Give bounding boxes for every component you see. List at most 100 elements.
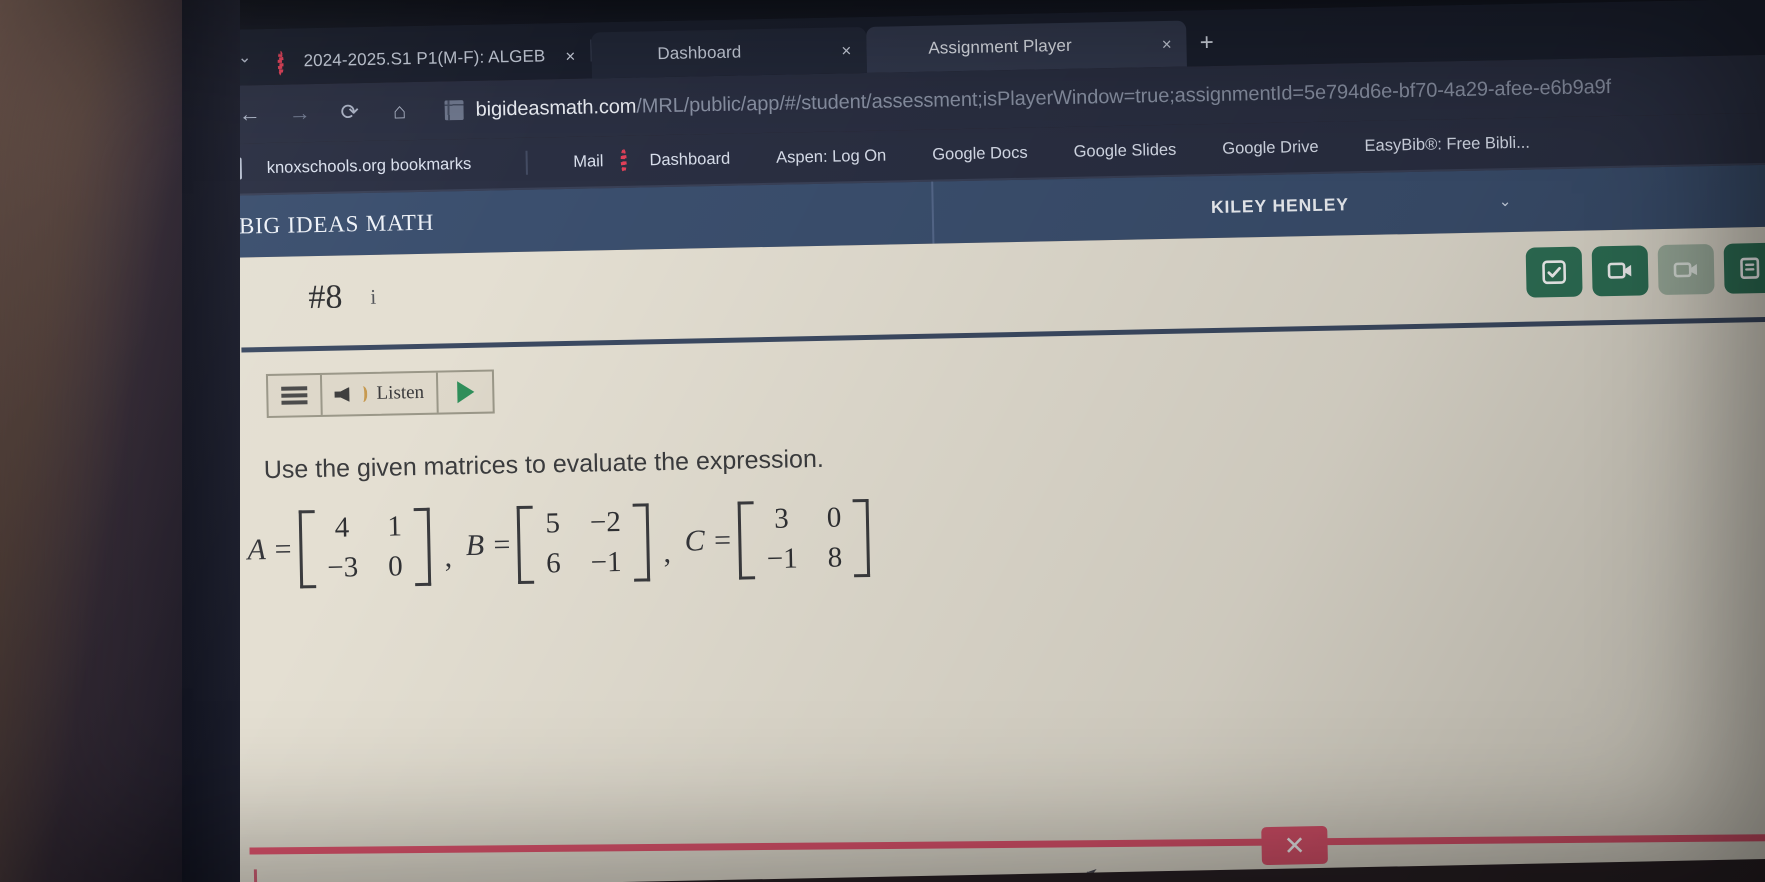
- hint-button[interactable]: [1657, 243, 1715, 296]
- laptop-left-bezel: [0, 0, 240, 882]
- bracket-right: [413, 507, 432, 587]
- question-tool-buttons: [1525, 242, 1765, 298]
- bookmark-label: Google Docs: [932, 143, 1028, 164]
- extra-button[interactable]: [1723, 242, 1765, 294]
- new-tab-button[interactable]: +: [1186, 20, 1227, 67]
- bookmark-label: Aspen: Log On: [776, 146, 887, 167]
- tab-close-icon[interactable]: ×: [560, 46, 580, 65]
- bookmark-aspen[interactable]: Aspen: Log On: [747, 146, 886, 168]
- matrix-separator: ,: [444, 540, 453, 574]
- bookmark-easybib[interactable]: EasyBib®: Free Bibli...: [1335, 133, 1530, 156]
- bookmark-divider: [525, 150, 528, 175]
- given-matrices: A = 4 1 −3 0 , B = 5 −2 6 −1 , C = 3 0 −…: [247, 480, 1765, 589]
- dashboard-ring-icon: [620, 148, 640, 173]
- apps-grid-icon: [488, 154, 508, 173]
- hint-icon: [1673, 262, 1698, 278]
- forward-icon[interactable]: →: [284, 100, 315, 127]
- bookmark-dashboard[interactable]: Dashboard: [620, 148, 730, 173]
- question-pane: #8 i Listen Use the given matrices to ev…: [219, 226, 1765, 882]
- bookmark-google-drive[interactable]: Google Drive: [1193, 137, 1319, 159]
- bookmark-google-docs[interactable]: Google Docs: [903, 143, 1028, 164]
- address-bar-url: bigideasmath.com/MRL/public/app/#/studen…: [475, 75, 1611, 121]
- matrix-cell: 4: [334, 511, 350, 545]
- info-icon[interactable]: i: [370, 284, 376, 309]
- bookmark-google-slides[interactable]: Google Slides: [1044, 140, 1176, 162]
- bracket-left: [517, 505, 535, 585]
- matrix-a-grid: 4 1 −3 0: [314, 510, 415, 585]
- photo-of-screen: ⌄ 2024-2025.S1 P1(M-F): ALGEB × Dashboar…: [0, 0, 1765, 882]
- site-info-icon[interactable]: [444, 100, 464, 121]
- matrix-cell: −2: [589, 506, 622, 539]
- url-host: bigideasmath.com: [475, 95, 637, 121]
- bookmark-label: Mail: [573, 151, 604, 171]
- matrix-cell: 0: [826, 501, 842, 535]
- speaker-wave-icon: [358, 386, 368, 403]
- user-name-label: KILEY HENLEY: [1210, 193, 1350, 217]
- browser-tab-dashboard[interactable]: Dashboard ×: [590, 26, 867, 79]
- chevron-down-icon[interactable]: ⌄: [1499, 192, 1512, 210]
- bracket-right: [632, 503, 650, 582]
- home-icon[interactable]: ⌂: [384, 98, 415, 125]
- checkbox-check-icon: [1542, 260, 1567, 285]
- matrix-cell: 5: [545, 507, 561, 540]
- google-slides-icon: [1044, 142, 1064, 161]
- bookmark-label: EasyBib®: Free Bibli...: [1364, 133, 1531, 155]
- dashboard-ring-icon: [277, 50, 294, 76]
- matrix-cell: 3: [773, 502, 790, 536]
- matrix-b: 5 −2 6 −1: [517, 503, 650, 585]
- video-camera-icon: [1607, 262, 1632, 279]
- tab-title: 2024-2025.S1 P1(M-F): ALGEB: [303, 46, 546, 71]
- bookmark-label: knoxschools.org bookmarks: [266, 154, 472, 177]
- matrix-cell: 6: [545, 547, 562, 580]
- blue-square-icon: [880, 41, 897, 58]
- matrix-a: 4 1 −3 0: [298, 507, 432, 589]
- question-prompt: Use the given matrices to evaluate the e…: [263, 444, 825, 485]
- bookmark-apps[interactable]: [488, 154, 508, 173]
- toolbar-menu-button[interactable]: [268, 375, 321, 416]
- matrix-cell: 1: [387, 510, 403, 544]
- question-number: #8: [308, 278, 343, 317]
- matrix-c-grid: 3 0 −1 8: [754, 502, 855, 577]
- bracket-left: [298, 510, 316, 589]
- big-ideas-math-logo[interactable]: BIG IDEAS MATH: [239, 210, 435, 240]
- matrix-b-grid: 5 −2 6 −1: [533, 506, 634, 581]
- speaker-icon: [334, 387, 349, 402]
- bracket-right: [853, 498, 871, 578]
- bookmark-label: Google Drive: [1222, 137, 1319, 158]
- check-assignment-button[interactable]: [1525, 246, 1583, 298]
- video-button[interactable]: [1591, 245, 1649, 297]
- bookmark-label: Google Slides: [1073, 140, 1177, 161]
- play-triangle-icon: [456, 380, 475, 404]
- mouse-cursor: [1086, 868, 1099, 880]
- bracket-left: [737, 501, 756, 580]
- tab-close-icon[interactable]: ×: [836, 41, 856, 60]
- listen-button[interactable]: Listen: [319, 372, 437, 415]
- google-docs-icon: [903, 145, 923, 164]
- mail-icon: [544, 153, 564, 172]
- matrix-c-label: C =: [684, 523, 733, 558]
- matrix-cell: −1: [766, 542, 798, 576]
- google-drive-icon: [1193, 139, 1213, 158]
- browser-tab-algebra[interactable]: 2024-2025.S1 P1(M-F): ALGEB ×: [263, 32, 591, 85]
- matrix-b-label: B =: [465, 528, 513, 563]
- bookmark-knoxschools[interactable]: knoxschools.org bookmarks: [237, 154, 472, 180]
- matrix-cell: −3: [327, 551, 359, 584]
- bookmark-mail[interactable]: Mail: [544, 152, 604, 172]
- matrix-c: 3 0 −1 8: [737, 498, 871, 580]
- url-path: /MRL/public/app/#/student/assessment;isP…: [636, 75, 1612, 118]
- hamburger-icon: [281, 386, 308, 405]
- tab-title: Dashboard: [657, 42, 742, 64]
- matrix-separator: ,: [663, 535, 672, 570]
- page-icon: [605, 46, 622, 63]
- play-button[interactable]: [435, 371, 493, 413]
- reload-icon[interactable]: ⟳: [334, 99, 365, 126]
- tab-close-icon[interactable]: ×: [1157, 34, 1177, 53]
- easybib-icon: [1335, 137, 1355, 156]
- matrix-cell: 8: [827, 541, 843, 574]
- browser-tab-assignment-player[interactable]: Assignment Player ×: [865, 20, 1188, 73]
- misc-icon: [1740, 257, 1760, 279]
- matrix-cell: 0: [387, 550, 404, 583]
- tab-title: Assignment Player: [928, 35, 1072, 58]
- matrix-a-label: A =: [247, 532, 294, 567]
- listen-toolbar: Listen: [265, 369, 495, 419]
